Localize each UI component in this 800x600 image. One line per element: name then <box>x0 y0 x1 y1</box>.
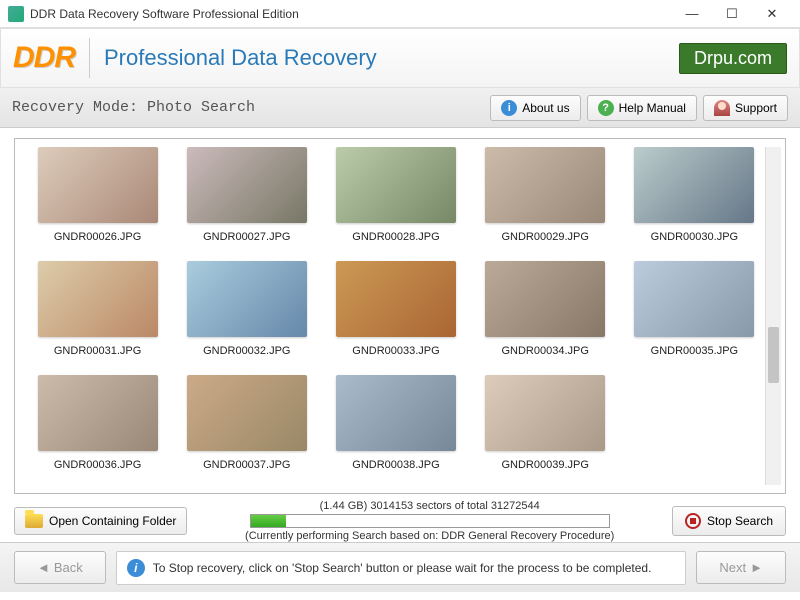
scrollbar[interactable] <box>765 147 781 485</box>
header: DDR Professional Data Recovery Drpu.com <box>0 28 800 88</box>
thumbnail-filename: GNDR00031.JPG <box>54 345 141 357</box>
thumbnail-grid: GNDR00026.JPG GNDR00027.JPG GNDR00028.JPG G… <box>27 147 765 485</box>
thumbnail-filename: GNDR00035.JPG <box>651 345 738 357</box>
chevron-left-icon: ◄ <box>37 560 50 575</box>
titlebar: DDR Data Recovery Software Professional … <box>0 0 800 28</box>
hint-text: To Stop recovery, click on 'Stop Search'… <box>153 561 652 575</box>
info-icon: i <box>127 559 145 577</box>
minimize-button[interactable]: — <box>672 0 712 28</box>
sectors-text: (1.44 GB) 3014153 sectors of total 31272… <box>197 500 662 512</box>
thumbnail-item[interactable]: GNDR00033.JPG <box>325 261 466 371</box>
stop-label: Stop Search <box>707 514 773 528</box>
thumbnail-item[interactable]: GNDR00030.JPG <box>624 147 765 257</box>
stop-icon <box>685 513 701 529</box>
thumbnail-filename: GNDR00028.JPG <box>352 231 439 243</box>
thumbnail-item[interactable]: GNDR00036.JPG <box>27 375 168 485</box>
thumbnail-image <box>485 261 605 337</box>
folder-icon <box>25 514 43 528</box>
thumbnail-image <box>38 261 158 337</box>
procedure-text: (Currently performing Search based on: D… <box>197 530 662 542</box>
thumbnail-item[interactable]: GNDR00026.JPG <box>27 147 168 257</box>
support-icon <box>714 100 730 116</box>
progress-fill <box>251 515 287 527</box>
thumbnail-image <box>336 147 456 223</box>
logo: DDR <box>13 41 75 75</box>
support-label: Support <box>735 101 777 115</box>
brand-badge: Drpu.com <box>679 43 787 74</box>
status-center: (1.44 GB) 3014153 sectors of total 31272… <box>197 500 662 542</box>
thumbnail-item[interactable]: GNDR00032.JPG <box>176 261 317 371</box>
header-title: Professional Data Recovery <box>104 45 679 71</box>
back-label: Back <box>54 560 83 575</box>
support-button[interactable]: Support <box>703 95 788 121</box>
thumbnail-item[interactable]: GNDR00028.JPG <box>325 147 466 257</box>
thumbnail-filename: GNDR00032.JPG <box>203 345 290 357</box>
info-icon: i <box>501 100 517 116</box>
about-label: About us <box>522 101 569 115</box>
open-folder-button[interactable]: Open Containing Folder <box>14 507 187 535</box>
open-folder-label: Open Containing Folder <box>49 514 176 528</box>
stop-search-button[interactable]: Stop Search <box>672 506 786 536</box>
help-label: Help Manual <box>619 101 686 115</box>
progress-bar <box>250 514 610 528</box>
thumbnail-item[interactable]: GNDR00027.JPG <box>176 147 317 257</box>
thumbnail-filename: GNDR00039.JPG <box>501 459 588 471</box>
help-button[interactable]: ? Help Manual <box>587 95 697 121</box>
thumbnail-filename: GNDR00027.JPG <box>203 231 290 243</box>
thumbnail-item[interactable]: GNDR00029.JPG <box>475 147 616 257</box>
app-icon <box>8 6 24 22</box>
divider <box>89 38 90 78</box>
thumbnail-item[interactable]: GNDR00039.JPG <box>475 375 616 485</box>
close-button[interactable]: ✕ <box>752 0 792 28</box>
next-label: Next <box>719 560 746 575</box>
thumbnail-filename: GNDR00034.JPG <box>501 345 588 357</box>
thumbnail-item[interactable]: GNDR00037.JPG <box>176 375 317 485</box>
chevron-right-icon: ► <box>750 560 763 575</box>
thumbnail-item[interactable]: GNDR00038.JPG <box>325 375 466 485</box>
thumbnail-image <box>485 375 605 451</box>
thumbnail-item[interactable]: GNDR00031.JPG <box>27 261 168 371</box>
thumbnail-filename: GNDR00030.JPG <box>651 231 738 243</box>
toolbar: Recovery Mode: Photo Search i About us ?… <box>0 88 800 128</box>
next-button[interactable]: Next ► <box>696 551 786 584</box>
recovery-mode-label: Recovery Mode: Photo Search <box>12 99 484 116</box>
thumbnail-image <box>634 261 754 337</box>
thumbnail-image <box>336 375 456 451</box>
window-title: DDR Data Recovery Software Professional … <box>30 7 672 21</box>
content: GNDR00026.JPG GNDR00027.JPG GNDR00028.JPG G… <box>0 128 800 542</box>
back-button[interactable]: ◄ Back <box>14 551 106 584</box>
thumbnail-image <box>634 147 754 223</box>
help-icon: ? <box>598 100 614 116</box>
thumbnail-filename: GNDR00037.JPG <box>203 459 290 471</box>
thumbnail-image <box>38 147 158 223</box>
thumbnail-panel: GNDR00026.JPG GNDR00027.JPG GNDR00028.JPG G… <box>14 138 786 494</box>
thumbnail-filename: GNDR00038.JPG <box>352 459 439 471</box>
hint-box: i To Stop recovery, click on 'Stop Searc… <box>116 551 687 585</box>
thumbnail-item[interactable]: GNDR00034.JPG <box>475 261 616 371</box>
thumbnail-filename: GNDR00036.JPG <box>54 459 141 471</box>
thumbnail-item[interactable]: GNDR00035.JPG <box>624 261 765 371</box>
thumbnail-image <box>336 261 456 337</box>
scroll-thumb[interactable] <box>768 327 779 383</box>
maximize-button[interactable]: ☐ <box>712 0 752 28</box>
thumbnail-image <box>187 375 307 451</box>
thumbnail-image <box>187 147 307 223</box>
status-row: Open Containing Folder (1.44 GB) 3014153… <box>14 500 786 542</box>
thumbnail-image <box>485 147 605 223</box>
thumbnail-filename: GNDR00026.JPG <box>54 231 141 243</box>
footer: ◄ Back i To Stop recovery, click on 'Sto… <box>0 542 800 592</box>
thumbnail-filename: GNDR00029.JPG <box>501 231 588 243</box>
thumbnail-image <box>38 375 158 451</box>
about-button[interactable]: i About us <box>490 95 580 121</box>
thumbnail-image <box>187 261 307 337</box>
thumbnail-filename: GNDR00033.JPG <box>352 345 439 357</box>
